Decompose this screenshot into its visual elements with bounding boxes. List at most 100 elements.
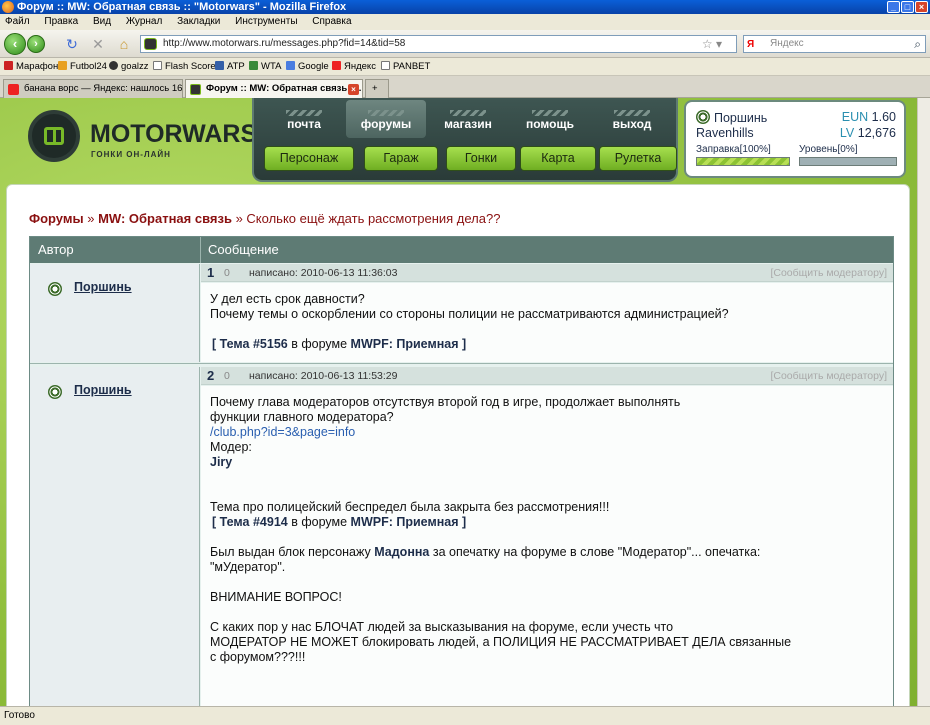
eun-label: EUN	[841, 110, 869, 124]
post-author-link[interactable]: Поршинь	[74, 383, 132, 397]
post-author-cell: Поршинь	[30, 264, 200, 362]
tab-close-icon[interactable]: ×	[348, 84, 359, 95]
topic-reference: [ Тема #4914 в форуме MWPF: Приемная ]	[212, 515, 884, 530]
menu-view[interactable]: Вид	[93, 16, 111, 27]
lv-label: LV	[839, 126, 855, 140]
tab-label: банана ворс — Яндекс: нашлось 169 ...	[24, 83, 183, 94]
nav-logout[interactable]: выход	[592, 100, 672, 138]
user-city: Ravenhills	[696, 126, 754, 140]
forum-link[interactable]: MWPF: Приемная	[351, 337, 459, 351]
search-icon[interactable]: ⌕	[914, 36, 921, 52]
subnav-races[interactable]: Гонки	[446, 146, 516, 171]
nav-help[interactable]: помощь	[510, 100, 590, 138]
bookmark-panbet[interactable]: PANBET	[381, 58, 430, 76]
post-text: ВНИМАНИЕ ВОПРОС!	[210, 590, 342, 604]
bookmark-goalzz[interactable]: goalzz	[109, 58, 148, 76]
reload-icon[interactable]: ↻	[64, 36, 80, 52]
bookmark-futbol24[interactable]: Futbol24	[58, 58, 107, 76]
breadcrumb-section[interactable]: MW: Обратная связь	[98, 211, 232, 226]
new-tab-button[interactable]: +	[365, 79, 389, 98]
report-moderator-link[interactable]: [Сообщить модератору]	[770, 264, 887, 282]
yandex-tab-icon	[8, 84, 19, 95]
address-bar[interactable]: http://www.motorwars.ru/messages.php?fid…	[140, 35, 737, 53]
user-name: Поршинь	[714, 111, 768, 125]
table-header: Автор Сообщение	[30, 237, 893, 263]
menu-bar: Файл Правка Вид Журнал Закладки Инструме…	[0, 14, 930, 30]
user-name-row[interactable]: Поршинь	[696, 110, 767, 125]
forum-thread-table: Автор Сообщение Поршинь 1 0 написано: 20…	[29, 236, 894, 706]
maximize-button[interactable]: □	[901, 1, 914, 13]
topic-link[interactable]: #4914	[253, 515, 288, 529]
post-separator	[30, 363, 893, 364]
menu-bookmarks[interactable]: Закладки	[177, 16, 220, 27]
page-scrollbar[interactable]	[917, 98, 930, 706]
bookmark-atp[interactable]: ATP	[215, 58, 245, 76]
ref-close: ]	[461, 515, 467, 529]
nav-shop[interactable]: магазин	[428, 100, 508, 138]
forward-button[interactable]: ›	[27, 35, 45, 53]
back-button[interactable]: ‹	[4, 33, 26, 55]
close-button[interactable]: ×	[915, 1, 928, 13]
subnav-character[interactable]: Персонаж	[264, 146, 354, 171]
lv-value: 12,676	[857, 126, 896, 140]
nav-forums[interactable]: форумы	[346, 100, 426, 138]
report-moderator-link[interactable]: [Сообщить модератору]	[770, 367, 887, 385]
content-area: Форумы » MW: Обратная связь » Сколько ещ…	[6, 184, 910, 706]
bookmark-marathon[interactable]: Марафон	[4, 58, 58, 76]
menu-tools[interactable]: Инструменты	[235, 16, 297, 27]
bookmark-google[interactable]: Google	[286, 58, 329, 76]
logo-subtitle: ГОНКИ ОН-ЛАЙН	[91, 150, 171, 159]
menu-help[interactable]: Справка	[312, 16, 351, 27]
menu-history[interactable]: Журнал	[126, 16, 163, 27]
page-icon	[153, 61, 162, 70]
col-author-header: Автор	[38, 242, 74, 257]
club-link[interactable]: /club.php?id=3&page=info	[210, 425, 884, 440]
post-rating[interactable]: 0	[224, 264, 230, 282]
subnav-map[interactable]: Карта	[520, 146, 596, 171]
ref-open: [ Тема	[212, 337, 250, 351]
home-icon[interactable]: ⌂	[116, 36, 132, 52]
post-text: Тема про полицейский беспредел была закр…	[210, 500, 610, 514]
site-favicon-icon	[144, 38, 157, 50]
post-header: 1 0 написано: 2010-06-13 11:36:03 [Сообщ…	[201, 264, 893, 282]
user-link[interactable]: Jiry	[210, 455, 232, 469]
page-icon	[381, 61, 390, 70]
forum-link[interactable]: MWPF: Приемная	[351, 515, 459, 529]
tab-yandex[interactable]: банана ворс — Яндекс: нашлось 169 ...	[3, 79, 183, 98]
user-lv: LV 12,676	[840, 126, 896, 140]
level-label: Уровень[0%]	[799, 144, 858, 155]
stop-icon[interactable]: ✕	[90, 36, 106, 52]
marathon-icon	[4, 61, 13, 70]
motorwars-logo[interactable]	[28, 110, 80, 162]
user-panel: Поршинь Ravenhills EUN 1.60 LV 12,676 За…	[684, 100, 906, 178]
firefox-icon	[2, 1, 14, 13]
ref-close: ]	[461, 337, 467, 351]
bookmark-wta[interactable]: WTA	[249, 58, 281, 76]
subnav-roulette[interactable]: Рулетка	[599, 146, 677, 171]
bookmark-flashscore[interactable]: Flash Score	[153, 58, 216, 76]
user-link[interactable]: Мадонна	[374, 545, 429, 559]
menu-file[interactable]: Файл	[5, 16, 30, 27]
menu-edit[interactable]: Правка	[44, 16, 78, 27]
address-url: http://www.motorwars.ru/messages.php?fid…	[163, 38, 406, 49]
tab-forum[interactable]: Форум :: MW: Обратная связь :: ... ×	[185, 79, 363, 98]
post-date: написано: 2010-06-13 11:36:03	[249, 267, 398, 279]
eun-value: 1.60	[871, 110, 896, 124]
search-input[interactable]: Я Яндекс ⌕	[743, 35, 926, 53]
breadcrumb-forums[interactable]: Форумы	[29, 211, 84, 226]
post-rating[interactable]: 0	[224, 367, 230, 385]
post-author-link[interactable]: Поршинь	[74, 280, 132, 294]
bookmark-yandex[interactable]: Яндекс	[332, 58, 376, 76]
tab-bar: банана ворс — Яндекс: нашлось 169 ... Фо…	[0, 76, 930, 98]
topic-reference: [ Тема #5156 в форуме MWPF: Приемная ]	[212, 337, 884, 352]
window-title: Форум :: MW: Обратная связь :: "Motorwar…	[17, 1, 347, 13]
topic-link[interactable]: #5156	[253, 337, 288, 351]
nav-mail[interactable]: почта	[264, 100, 344, 138]
bookmark-star-icon[interactable]: ☆ ▾	[702, 36, 722, 52]
subnav-garage[interactable]: Гараж	[364, 146, 438, 171]
status-bar: Готово	[0, 706, 930, 725]
minimize-button[interactable]: _	[887, 1, 900, 13]
